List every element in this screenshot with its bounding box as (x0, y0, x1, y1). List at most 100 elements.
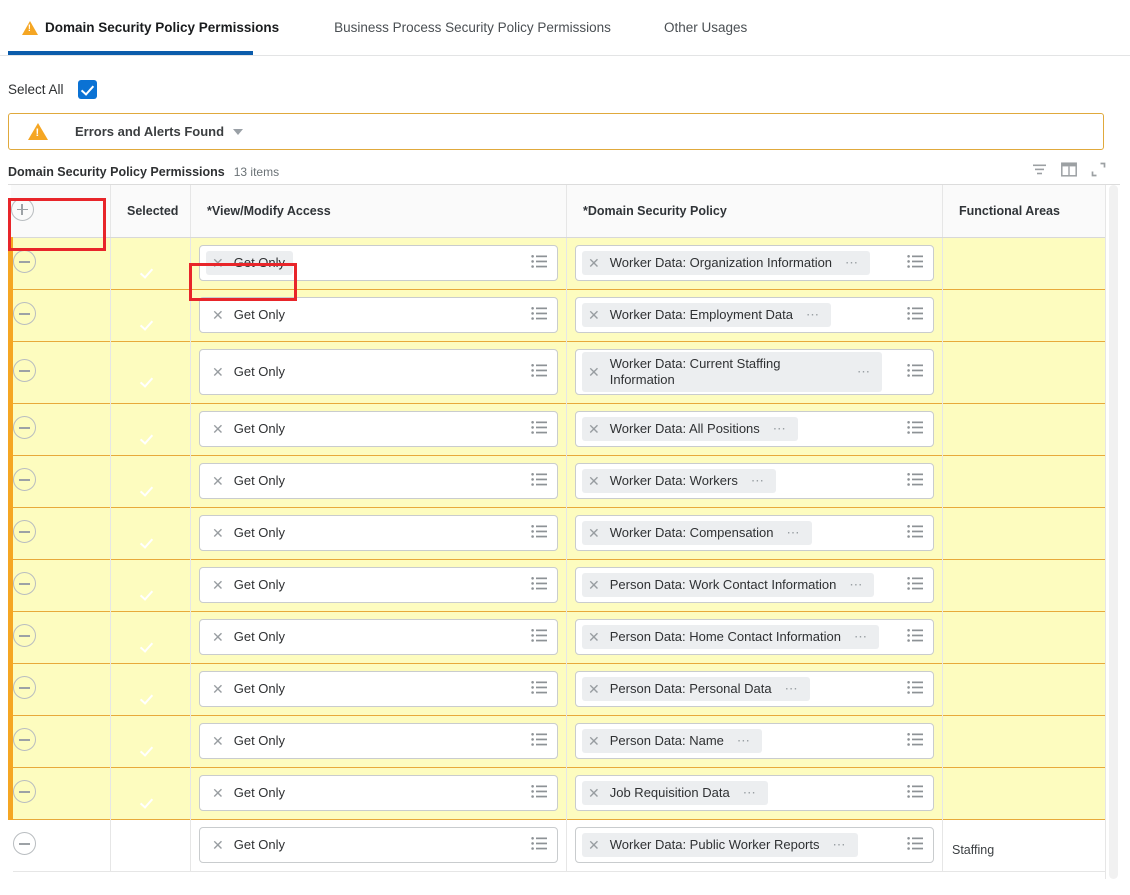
list-prompt-icon[interactable] (907, 629, 924, 646)
ellipsis-icon[interactable]: ⋯ (782, 682, 802, 695)
tab-domain-security-policy-permissions[interactable]: Domain Security Policy Permissions (8, 0, 300, 56)
domain-security-policy-input[interactable]: ✕ Worker Data: Current Staffing Informati… (575, 349, 934, 395)
minus-circle-icon[interactable] (13, 416, 36, 439)
ellipsis-icon[interactable]: ⋯ (830, 838, 850, 851)
domain-security-policy-input[interactable]: ✕ Worker Data: Organization Information ⋯ (575, 245, 934, 281)
tab-business-process-security-policy-permissions[interactable]: Business Process Security Policy Permiss… (300, 0, 632, 56)
access-pill[interactable]: ✕ Get Only (206, 417, 293, 441)
x-icon[interactable]: ✕ (212, 256, 224, 270)
policy-pill[interactable]: ✕ Worker Data: Workers ⋯ (582, 469, 776, 493)
vertical-scrollbar[interactable] (1105, 185, 1120, 879)
view-modify-access-input[interactable]: ✕ Get Only (199, 671, 558, 707)
column-layout-icon[interactable] (1061, 162, 1077, 180)
view-modify-access-input[interactable]: ✕ Get Only (199, 619, 558, 655)
list-prompt-icon[interactable] (531, 307, 548, 324)
policy-pill[interactable]: ✕ Person Data: Home Contact Information ⋯ (582, 625, 879, 649)
policy-pill[interactable]: ✕ Person Data: Work Contact Information ⋯ (582, 573, 875, 597)
view-modify-access-input[interactable]: ✕ Get Only (199, 775, 558, 811)
list-prompt-icon[interactable] (907, 473, 924, 490)
x-icon[interactable]: ✕ (588, 256, 600, 270)
domain-security-policy-input[interactable]: ✕ Worker Data: Employment Data ⋯ (575, 297, 934, 333)
list-prompt-icon[interactable] (531, 577, 548, 594)
ellipsis-icon[interactable]: ⋯ (854, 365, 874, 378)
list-prompt-icon[interactable] (907, 733, 924, 750)
access-pill[interactable]: ✕ Get Only (206, 521, 293, 545)
list-prompt-icon[interactable] (531, 525, 548, 542)
minus-circle-icon[interactable] (13, 520, 36, 543)
x-icon[interactable]: ✕ (212, 308, 224, 322)
ellipsis-icon[interactable]: ⋯ (784, 526, 804, 539)
domain-security-policy-input[interactable]: ✕ Worker Data: Workers ⋯ (575, 463, 934, 499)
x-icon[interactable]: ✕ (212, 422, 224, 436)
x-icon[interactable]: ✕ (588, 838, 600, 852)
ellipsis-icon[interactable]: ⋯ (748, 474, 768, 487)
access-pill[interactable]: ✕ Get Only (206, 469, 293, 493)
policy-pill[interactable]: ✕ Worker Data: Current Staffing Informati… (582, 352, 882, 392)
x-icon[interactable]: ✕ (588, 682, 600, 696)
ellipsis-icon[interactable]: ⋯ (842, 256, 862, 269)
x-icon[interactable]: ✕ (212, 786, 224, 800)
x-icon[interactable]: ✕ (212, 474, 224, 488)
policy-pill[interactable]: ✕ Person Data: Name ⋯ (582, 729, 762, 753)
ellipsis-icon[interactable]: ⋯ (851, 630, 871, 643)
chevron-down-icon[interactable] (233, 128, 244, 135)
access-pill[interactable]: ✕ Get Only (206, 360, 293, 384)
minus-circle-icon[interactable] (13, 359, 36, 382)
plus-circle-icon[interactable] (10, 197, 34, 221)
access-pill[interactable]: ✕ Get Only (206, 781, 293, 805)
x-icon[interactable]: ✕ (212, 630, 224, 644)
access-pill[interactable]: ✕ Get Only (206, 833, 293, 857)
minus-circle-icon[interactable] (13, 832, 36, 855)
list-prompt-icon[interactable] (531, 837, 548, 854)
view-modify-access-input[interactable]: ✕ Get Only (199, 567, 558, 603)
list-prompt-icon[interactable] (907, 525, 924, 542)
minus-circle-icon[interactable] (13, 676, 36, 699)
policy-pill[interactable]: ✕ Worker Data: Organization Information ⋯ (582, 251, 871, 275)
list-prompt-icon[interactable] (531, 421, 548, 438)
ellipsis-icon[interactable]: ⋯ (846, 578, 866, 591)
access-pill[interactable]: ✕ Get Only (206, 677, 293, 701)
x-icon[interactable]: ✕ (588, 734, 600, 748)
expand-icon[interactable] (1091, 162, 1106, 180)
ellipsis-icon[interactable]: ⋯ (734, 734, 754, 747)
list-prompt-icon[interactable] (907, 837, 924, 854)
x-icon[interactable]: ✕ (588, 308, 600, 322)
view-modify-access-input[interactable]: ✕ Get Only (199, 349, 558, 395)
list-prompt-icon[interactable] (907, 681, 924, 698)
domain-security-policy-input[interactable]: ✕ Job Requisition Data ⋯ (575, 775, 934, 811)
list-prompt-icon[interactable] (531, 629, 548, 646)
filter-icon[interactable] (1032, 162, 1047, 180)
list-prompt-icon[interactable] (907, 577, 924, 594)
minus-circle-icon[interactable] (13, 728, 36, 751)
list-prompt-icon[interactable] (531, 681, 548, 698)
policy-pill[interactable]: ✕ Worker Data: Compensation ⋯ (582, 521, 812, 545)
tab-other-usages[interactable]: Other Usages (632, 0, 768, 56)
x-icon[interactable]: ✕ (588, 422, 600, 436)
scrollbar-thumb[interactable] (1109, 185, 1118, 879)
x-icon[interactable]: ✕ (588, 365, 600, 379)
access-pill[interactable]: ✕ Get Only (206, 251, 294, 275)
x-icon[interactable]: ✕ (212, 578, 224, 592)
list-prompt-icon[interactable] (531, 255, 548, 272)
policy-pill[interactable]: ✕ Job Requisition Data ⋯ (582, 781, 768, 805)
x-icon[interactable]: ✕ (212, 365, 224, 379)
list-prompt-icon[interactable] (531, 785, 548, 802)
view-modify-access-input[interactable]: ✕ Get Only (199, 827, 558, 863)
list-prompt-icon[interactable] (907, 307, 924, 324)
policy-pill[interactable]: ✕ Worker Data: Public Worker Reports ⋯ (582, 833, 858, 857)
view-modify-access-input[interactable]: ✕ Get Only (199, 245, 558, 281)
policy-pill[interactable]: ✕ Worker Data: All Positions ⋯ (582, 417, 798, 441)
domain-security-policy-input[interactable]: ✕ Person Data: Name ⋯ (575, 723, 934, 759)
view-modify-access-input[interactable]: ✕ Get Only (199, 463, 558, 499)
access-pill[interactable]: ✕ Get Only (206, 573, 293, 597)
x-icon[interactable]: ✕ (588, 526, 600, 540)
x-icon[interactable]: ✕ (588, 786, 600, 800)
minus-circle-icon[interactable] (13, 572, 36, 595)
domain-security-policy-input[interactable]: ✕ Person Data: Personal Data ⋯ (575, 671, 934, 707)
x-icon[interactable]: ✕ (588, 474, 600, 488)
view-modify-access-input[interactable]: ✕ Get Only (199, 297, 558, 333)
view-modify-access-input[interactable]: ✕ Get Only (199, 411, 558, 447)
list-prompt-icon[interactable] (531, 733, 548, 750)
select-all-checkbox[interactable] (77, 80, 97, 99)
x-icon[interactable]: ✕ (588, 630, 600, 644)
